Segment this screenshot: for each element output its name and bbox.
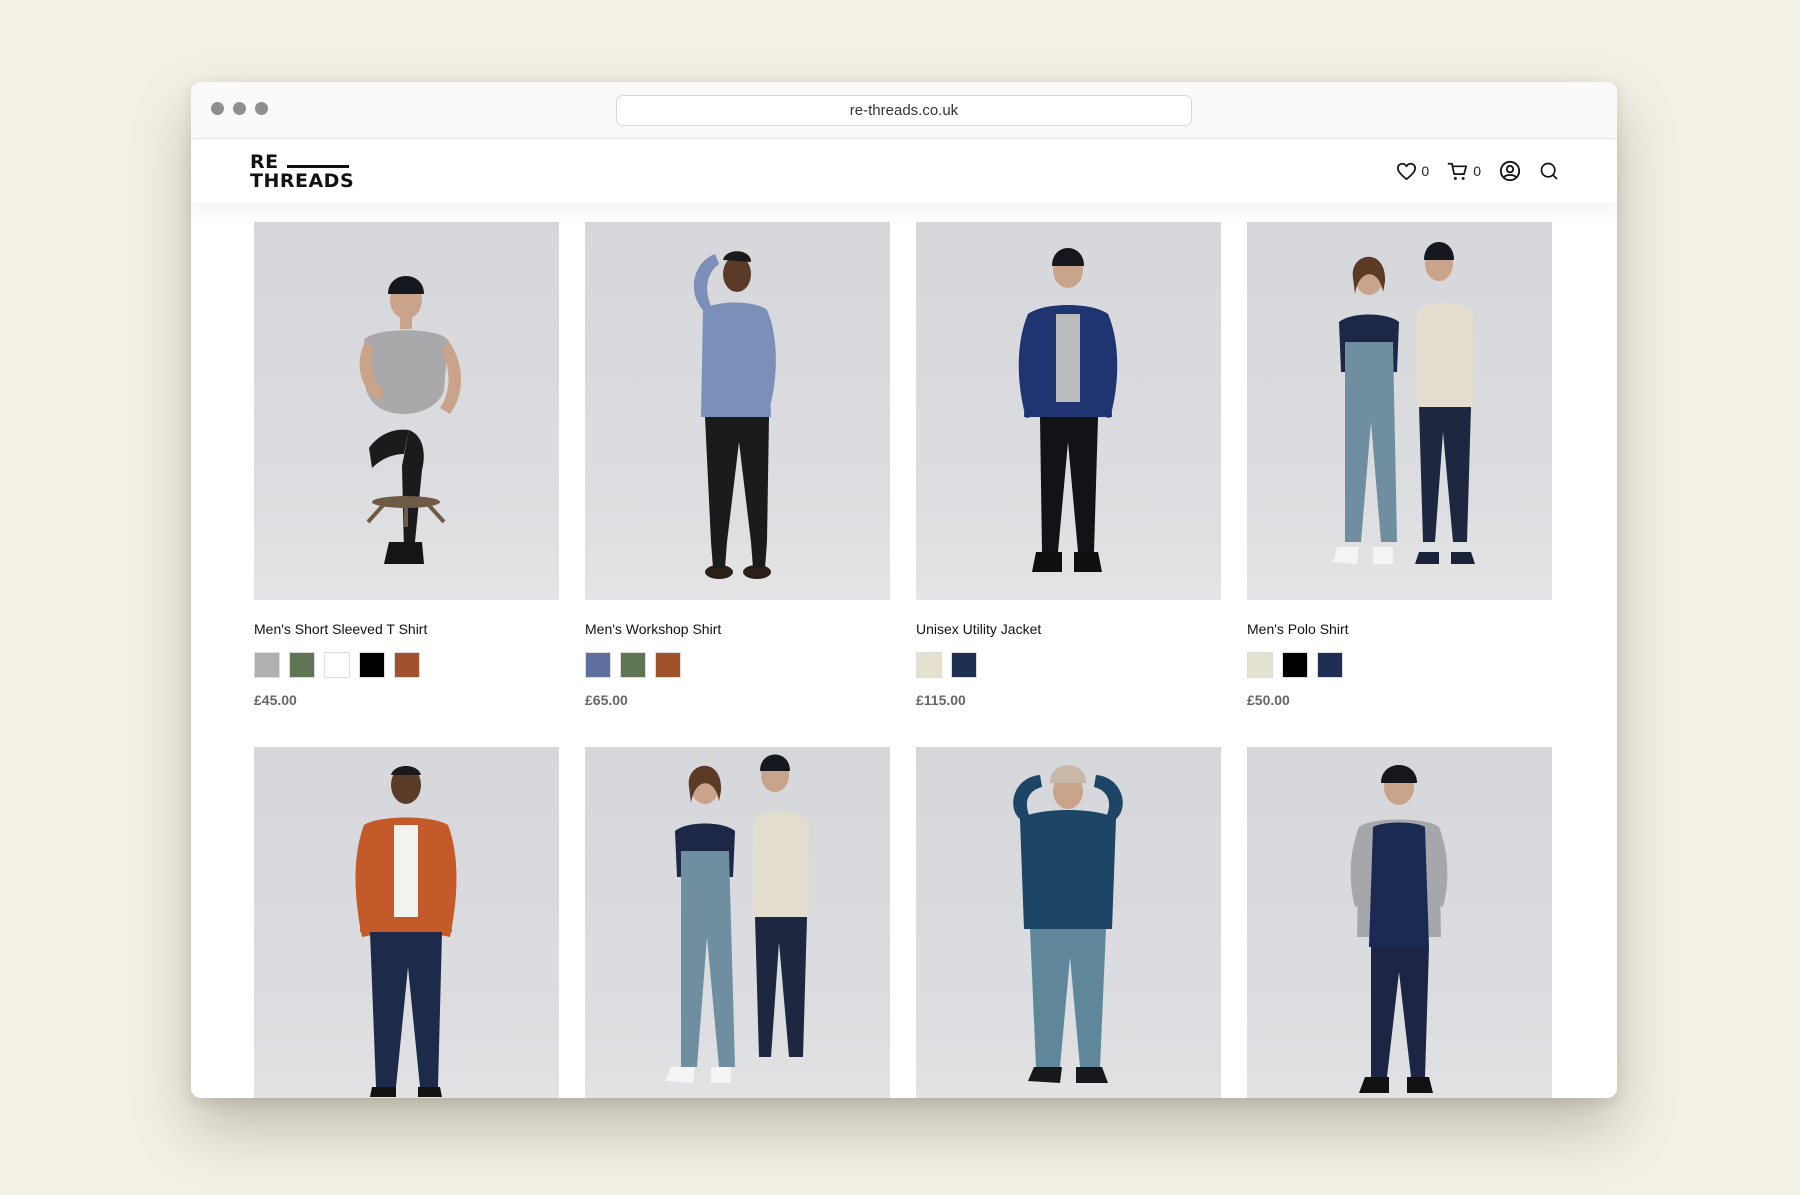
color-swatches <box>585 652 890 678</box>
color-swatch[interactable] <box>1282 652 1308 678</box>
logo-line <box>286 165 349 168</box>
product-price: £65.00 <box>585 692 628 708</box>
account-button[interactable] <box>1499 160 1521 182</box>
product-price: £115.00 <box>916 692 966 708</box>
maximize-dot[interactable] <box>255 102 268 115</box>
search-button[interactable] <box>1539 161 1559 181</box>
product-card[interactable]: Men's Workshop Shirt £65.00 <box>585 222 890 708</box>
product-image[interactable] <box>585 747 890 1098</box>
window-controls <box>211 102 268 115</box>
color-swatches <box>1247 652 1552 678</box>
product-image[interactable] <box>585 222 890 600</box>
color-swatch[interactable] <box>1247 652 1273 678</box>
product-card[interactable]: Men's Short Sleeved T Shirt £45.00 <box>254 222 559 708</box>
browser-window: re-threads.co.uk RE THREADS 0 0 Men's Sh… <box>191 82 1617 1098</box>
product-card[interactable] <box>1247 747 1552 1098</box>
product-card[interactable]: Unisex Utility Jacket £115.00 <box>916 222 1221 708</box>
product-name[interactable]: Men's Polo Shirt <box>1247 621 1552 638</box>
product-image[interactable] <box>916 222 1221 600</box>
logo-bottom-text: THREADS <box>250 170 355 192</box>
product-name[interactable]: Men's Short Sleeved T Shirt <box>254 621 559 638</box>
wishlist-button[interactable]: 0 <box>1396 162 1429 181</box>
product-name[interactable]: Unisex Utility Jacket <box>916 621 1221 638</box>
color-swatch[interactable] <box>655 652 681 678</box>
logo[interactable]: RE THREADS <box>250 153 354 191</box>
product-image[interactable] <box>1247 222 1552 600</box>
color-swatch[interactable] <box>951 652 977 678</box>
product-image[interactable] <box>254 747 559 1098</box>
url-text: re-threads.co.uk <box>849 102 959 119</box>
cart-button[interactable]: 0 <box>1447 162 1481 181</box>
product-card[interactable] <box>254 747 559 1098</box>
product-image[interactable] <box>1247 747 1552 1098</box>
color-swatch[interactable] <box>585 652 611 678</box>
color-swatches <box>254 652 559 678</box>
product-name[interactable]: Men's Workshop Shirt <box>585 621 890 638</box>
product-card[interactable]: Men's Polo Shirt £50.00 <box>1247 222 1552 708</box>
color-swatch[interactable] <box>1317 652 1343 678</box>
wishlist-count: 0 <box>1421 163 1430 179</box>
color-swatches <box>916 652 1221 678</box>
product-price: £50.00 <box>1247 692 1290 708</box>
color-swatch[interactable] <box>324 652 350 678</box>
address-bar[interactable]: re-threads.co.uk <box>616 95 1192 126</box>
color-swatch[interactable] <box>916 652 942 678</box>
product-grid: Men's Short Sleeved T Shirt £45.00 Men's… <box>254 222 1556 1098</box>
account-icon <box>1499 160 1521 182</box>
cart-count: 0 <box>1473 163 1481 179</box>
minimize-dot[interactable] <box>233 102 246 115</box>
color-swatch[interactable] <box>359 652 385 678</box>
color-swatch[interactable] <box>620 652 646 678</box>
heart-icon <box>1396 162 1417 181</box>
close-dot[interactable] <box>211 102 224 115</box>
color-swatch[interactable] <box>289 652 315 678</box>
search-icon <box>1539 161 1559 181</box>
site-header: RE THREADS 0 0 <box>191 139 1617 203</box>
color-swatch[interactable] <box>394 652 420 678</box>
product-price: £45.00 <box>254 692 297 708</box>
product-card[interactable] <box>916 747 1221 1098</box>
product-image[interactable] <box>254 222 559 600</box>
header-actions: 0 0 <box>1396 160 1559 182</box>
product-image[interactable] <box>916 747 1221 1098</box>
browser-chrome: re-threads.co.uk <box>191 82 1617 139</box>
product-card[interactable] <box>585 747 890 1098</box>
color-swatch[interactable] <box>254 652 280 678</box>
cart-icon <box>1447 162 1469 181</box>
